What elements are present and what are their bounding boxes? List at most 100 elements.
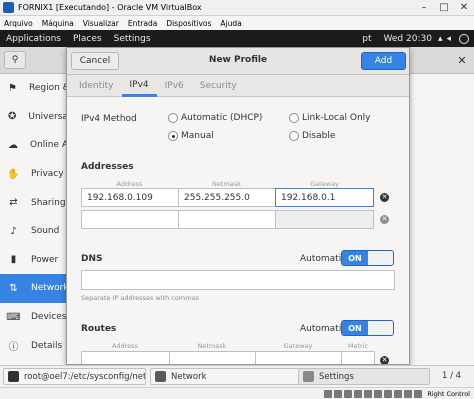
language-indicator[interactable]: pt	[356, 34, 377, 44]
devices-icon: ⌨	[6, 311, 21, 323]
route-gateway-field[interactable]	[255, 351, 342, 364]
menu-entrada[interactable]: Entrada	[128, 19, 157, 28]
remove-address-button[interactable]: ✕	[376, 189, 393, 206]
menu-visualizar[interactable]: Visualizar	[83, 19, 119, 28]
usb-icon[interactable]	[364, 389, 373, 398]
vbox-menubar: Arquivo Máquina Visualizar Entrada Dispo…	[0, 16, 474, 30]
network-adapter-icon[interactable]	[354, 389, 363, 398]
settings-window-icon	[303, 371, 314, 382]
close-icon[interactable]: ✕	[454, 0, 474, 16]
menu-ajuda[interactable]: Ajuda	[220, 19, 241, 28]
settings-close-icon[interactable]: ✕	[455, 53, 469, 67]
sidebar-item-network[interactable]: ⇅ Network	[0, 274, 69, 303]
netmask-field-empty[interactable]	[178, 210, 276, 229]
sidebar-item-devices[interactable]: ⌨ Devices	[0, 303, 69, 332]
address-field-empty[interactable]	[81, 210, 179, 229]
column-header-gateway: Gateway	[310, 180, 339, 188]
add-button[interactable]: Add	[361, 52, 406, 70]
volume-icon[interactable]: ◂	[446, 34, 451, 44]
radio-manual[interactable]: Manual	[168, 131, 214, 141]
sidebar-item-privacy[interactable]: ✋ Privacy	[0, 160, 69, 189]
radio-indicator	[289, 113, 299, 123]
routes-automatic-label: Automatic	[300, 324, 347, 334]
dns-input[interactable]	[81, 270, 395, 290]
switch-knob	[368, 251, 393, 265]
addresses-heading: Addresses	[81, 162, 134, 172]
radio-link-local[interactable]: Link-Local Only	[289, 113, 370, 123]
route-address-field[interactable]	[81, 351, 170, 364]
cpu-icon[interactable]	[404, 389, 413, 398]
remove-route-button[interactable]: ✕	[376, 352, 393, 364]
window-title: FORNIX1 [Executando] - Oracle VM Virtual…	[18, 3, 202, 12]
sidebar-item-sound[interactable]: ♪ Sound	[0, 217, 69, 246]
sidebar-item-details[interactable]: ⓘ Details	[0, 331, 69, 360]
audio-icon[interactable]	[344, 389, 353, 398]
dns-hint: Separate IP addresses with commas	[81, 294, 199, 302]
menu-maquina[interactable]: Máquina	[42, 19, 74, 28]
dns-heading: DNS	[81, 254, 103, 264]
radio-indicator	[168, 113, 178, 123]
ipv4-content: IPv4 Method Automatic (DHCP) Link-Local …	[67, 98, 409, 364]
sidebar-item-online-accounts[interactable]: ☁Online Accounts	[0, 131, 69, 160]
remove-icon: ✕	[380, 215, 389, 224]
gateway-field-empty[interactable]	[275, 210, 374, 229]
display-icon[interactable]	[384, 389, 393, 398]
recording-icon[interactable]	[394, 389, 403, 398]
search-button[interactable]: ⚲	[4, 51, 26, 69]
ipv4-method-label: IPv4 Method	[81, 114, 137, 124]
column-header-netmask: Netmask	[212, 180, 241, 188]
tab-security[interactable]: Security	[192, 75, 245, 97]
tab-ipv4[interactable]: IPv4	[121, 75, 157, 97]
radio-disable[interactable]: Disable	[289, 131, 335, 141]
shared-folder-icon[interactable]	[374, 389, 383, 398]
network-icon: ⇅	[9, 282, 18, 294]
power-icon[interactable]	[459, 33, 469, 44]
minimize-icon[interactable]: –	[414, 0, 434, 16]
address-field[interactable]: 192.168.0.109	[81, 188, 179, 207]
radio-automatic-dhcp[interactable]: Automatic (DHCP)	[168, 113, 262, 123]
new-profile-dialog: Cancel New Profile Add Identity IPv4 IPv…	[66, 47, 410, 365]
column-header-address: Address	[116, 180, 143, 188]
route-column-netmask: Netmask	[197, 342, 227, 350]
info-icon: ⓘ	[8, 342, 19, 354]
remove-icon: ✕	[380, 356, 389, 364]
netmask-field[interactable]: 255.255.255.0	[178, 188, 276, 207]
route-column-gateway: Gateway	[283, 342, 313, 350]
optical-icon[interactable]	[334, 389, 343, 398]
switch-knob	[368, 321, 393, 335]
hand-icon: ✋	[7, 168, 20, 180]
route-netmask-field[interactable]	[169, 351, 256, 364]
sidebar-item-power[interactable]: ▮ Power	[0, 246, 69, 275]
sidebar-item-region[interactable]: ⚑Region & Language	[0, 74, 69, 103]
routes-automatic-switch[interactable]: ON	[341, 320, 394, 336]
host-key-label: Right Control	[427, 389, 470, 398]
workspace-pager[interactable]: 1 / 4	[442, 371, 461, 381]
sidebar-item-sharing[interactable]: ⇄ Sharing	[0, 188, 69, 217]
dns-automatic-label: Automatic	[300, 254, 347, 264]
accessibility-icon: ✪	[8, 111, 17, 123]
hdd-icon[interactable]	[324, 389, 333, 398]
route-column-metric: Metric	[347, 342, 369, 350]
tab-ipv6[interactable]: IPv6	[157, 75, 192, 97]
maximize-icon[interactable]: □	[434, 0, 454, 16]
clock[interactable]: Wed 20:30	[378, 34, 438, 44]
menu-arquivo[interactable]: Arquivo	[4, 19, 33, 28]
route-metric-field[interactable]	[341, 351, 375, 364]
task-terminal[interactable]: root@oel7:/etc/sysconfig/netwo...	[3, 368, 146, 385]
tab-identity[interactable]: Identity	[71, 75, 122, 97]
remove-address-button-2[interactable]: ✕	[376, 211, 393, 228]
sidebar-item-universal-access[interactable]: ✪Universal Access	[0, 103, 69, 132]
places-menu[interactable]: Places	[67, 34, 108, 44]
menu-dispositivos[interactable]: Dispositivos	[166, 19, 211, 28]
applications-menu[interactable]: Applications	[0, 34, 67, 44]
dns-automatic-switch[interactable]: ON	[341, 250, 394, 266]
keyboard-capture-icon[interactable]	[414, 389, 423, 398]
task-network[interactable]: Network	[150, 368, 300, 385]
settings-app-menu[interactable]: Settings	[108, 34, 157, 44]
radio-indicator	[289, 131, 299, 141]
task-settings[interactable]: Settings	[298, 368, 430, 385]
speaker-icon: ♪	[10, 225, 17, 237]
network-status-icon[interactable]: ▴	[438, 34, 443, 44]
virtualbox-icon	[3, 2, 14, 13]
gateway-field[interactable]: 192.168.0.1	[275, 188, 374, 207]
